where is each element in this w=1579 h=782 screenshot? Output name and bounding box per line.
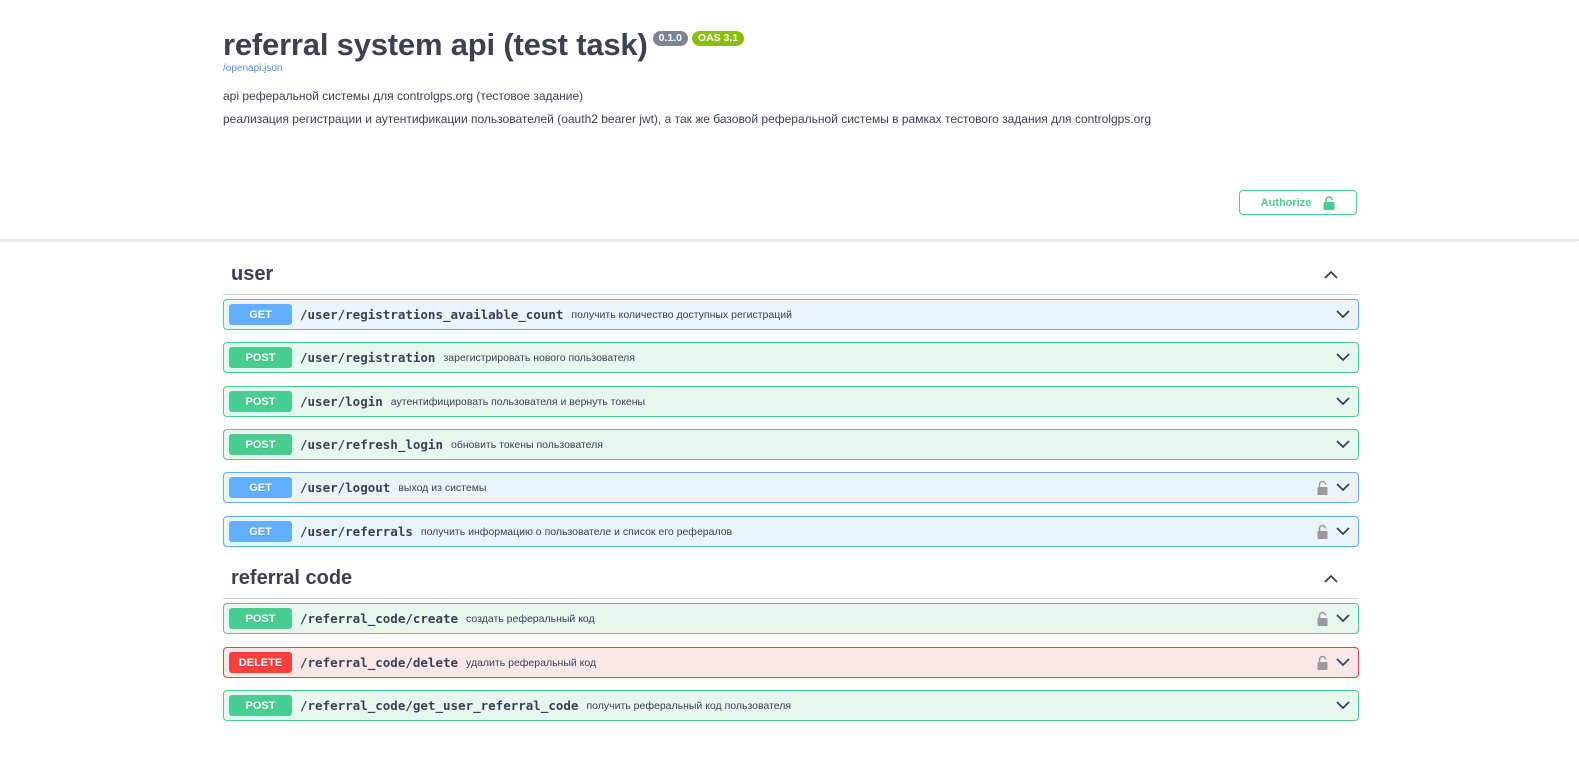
operation-row[interactable]: GET/user/referrals получить информацию о … — [223, 516, 1359, 547]
section-title: user — [231, 263, 274, 285]
section-header-user[interactable]: user — [223, 255, 1359, 295]
operation-controls — [1317, 655, 1350, 670]
version-badge: 0.1.0 — [652, 31, 688, 46]
operation-summary: получить информацию о пользователе и спи… — [420, 525, 733, 538]
operation-summary: удалить реферальный код — [466, 656, 597, 669]
operation-row[interactable]: POST/user/registration зарегистрировать н… — [223, 342, 1359, 373]
operation-path: /user/registration — [300, 350, 436, 365]
operation-controls — [1317, 611, 1350, 626]
operation-row[interactable]: POST/user/refresh_login обновить токены п… — [223, 429, 1359, 460]
api-description-summary: api реферальной системы для controlgps.o… — [223, 89, 584, 103]
operation-row[interactable]: GET/user/logout выход из системы — [223, 472, 1359, 503]
lock-icon[interactable] — [1317, 611, 1328, 626]
api-title: referral system api (test task) — [223, 27, 648, 62]
method-badge-post: POST — [229, 391, 292, 412]
method-badge-get: GET — [229, 304, 292, 325]
chevron-down-icon[interactable] — [1336, 614, 1350, 623]
operation-summary: выход из системы — [398, 481, 487, 494]
operation-path: /referral_code/create — [300, 611, 459, 626]
operation-row[interactable]: POST/user/login аутентифицировать пользов… — [223, 386, 1359, 417]
section-header-referral-code[interactable]: referral code — [223, 559, 1359, 599]
lock-icon[interactable] — [1317, 655, 1328, 670]
method-badge-get: GET — [229, 477, 292, 498]
method-badge-post: POST — [229, 434, 292, 455]
section-title: referral code — [231, 567, 353, 589]
operation-controls — [1336, 353, 1350, 362]
operation-path: /referral_code/get_user_referral_code — [300, 698, 579, 713]
chevron-up-icon[interactable] — [1323, 267, 1339, 283]
chevron-down-icon[interactable] — [1336, 397, 1350, 406]
operation-controls — [1336, 310, 1350, 319]
operation-summary: аутентифицировать пользователя и вернуть… — [390, 395, 646, 408]
method-badge-delete: DELETE — [229, 652, 292, 673]
operation-summary: получить количество доступных регистраци… — [571, 308, 792, 321]
chevron-down-icon[interactable] — [1336, 483, 1350, 492]
chevron-down-icon[interactable] — [1336, 658, 1350, 667]
operation-path: /referral_code/delete — [300, 655, 459, 670]
title-row: referral system api (test task) 0.1.0 OA… — [223, 26, 745, 64]
lock-open-icon — [1323, 195, 1335, 210]
operation-controls — [1317, 480, 1350, 495]
chevron-down-icon[interactable] — [1336, 353, 1350, 362]
operation-summary: зарегистрировать нового пользователя — [443, 351, 635, 364]
method-badge-post: POST — [229, 695, 292, 716]
operation-summary: получить реферальный код пользователя — [586, 699, 792, 712]
operation-controls — [1317, 524, 1350, 539]
method-badge-post: POST — [229, 608, 292, 629]
operation-path: /user/referrals — [300, 524, 413, 539]
operation-row[interactable]: DELETE/referral_code/delete удалить рефер… — [223, 647, 1359, 678]
operation-path: /user/refresh_login — [300, 437, 443, 452]
operation-summary: создать реферальный код — [466, 612, 595, 625]
operation-path: /user/registrations_available_count — [300, 307, 564, 322]
header-divider — [0, 239, 1579, 241]
lock-icon[interactable] — [1317, 524, 1328, 539]
chevron-down-icon[interactable] — [1336, 701, 1350, 710]
chevron-down-icon[interactable] — [1336, 527, 1350, 536]
authorize-label: Authorize — [1260, 196, 1312, 209]
operation-path: /user/login — [300, 394, 383, 409]
operation-row[interactable]: POST/referral_code/create создать реферал… — [223, 603, 1359, 634]
chevron-down-icon[interactable] — [1336, 310, 1350, 319]
openapi-json-link[interactable]: /openapi.json — [223, 63, 283, 74]
operation-summary: обновить токены пользователя — [451, 438, 603, 451]
method-badge-get: GET — [229, 521, 292, 542]
oas-badge: OAS 3.1 — [691, 31, 745, 46]
chevron-down-icon[interactable] — [1336, 440, 1350, 449]
operation-path: /user/logout — [300, 480, 391, 495]
operation-controls — [1336, 440, 1350, 449]
chevron-up-icon[interactable] — [1323, 571, 1339, 587]
authorize-button[interactable]: Authorize — [1239, 190, 1357, 215]
operation-controls — [1336, 397, 1350, 406]
operation-controls — [1336, 701, 1350, 710]
api-description-detail: реализация регистрации и аутентификации … — [223, 112, 1151, 126]
method-badge-post: POST — [229, 347, 292, 368]
operation-row[interactable]: POST/referral_code/get_user_referral_cod… — [223, 690, 1359, 721]
operation-row[interactable]: GET/user/registrations_available_count по… — [223, 299, 1359, 330]
lock-icon[interactable] — [1317, 480, 1328, 495]
